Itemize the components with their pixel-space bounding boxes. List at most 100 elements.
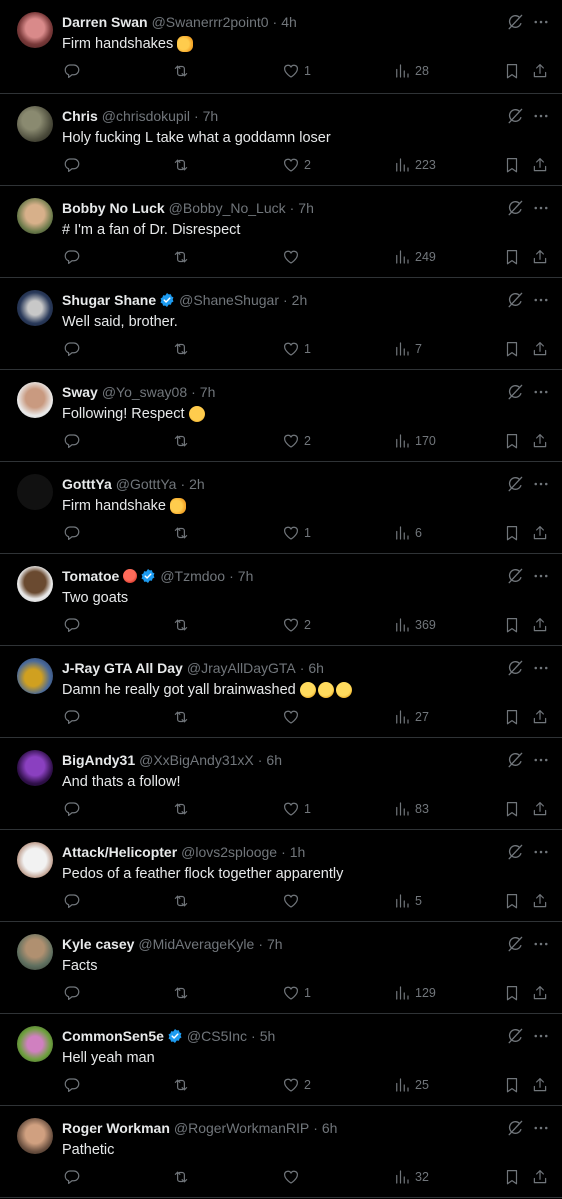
share-button[interactable] [531, 984, 549, 1002]
user-handle[interactable]: @lovs2splooge [181, 843, 277, 861]
share-button[interactable] [531, 432, 549, 450]
bookmark-button[interactable] [503, 892, 521, 910]
more-icon[interactable] [532, 1026, 550, 1046]
user-handle[interactable]: @XxBigAndy31xX [139, 751, 254, 769]
timestamp[interactable]: 7h [238, 567, 254, 585]
reply-button[interactable] [63, 616, 81, 634]
more-icon[interactable] [532, 198, 550, 218]
user-handle[interactable]: @chrisdokupil [102, 107, 190, 125]
bookmark-button[interactable] [503, 800, 521, 818]
views-button[interactable]: 170 [393, 432, 436, 450]
avatar[interactable] [17, 474, 53, 510]
grok-icon[interactable] [505, 382, 525, 402]
user-handle[interactable]: @ShaneShugar [179, 291, 279, 309]
grok-icon[interactable] [505, 198, 525, 218]
user-handle[interactable]: @CS5Inc [187, 1027, 247, 1045]
bookmark-button[interactable] [503, 616, 521, 634]
views-button[interactable]: 32 [393, 1168, 429, 1186]
like-button[interactable]: 2 [282, 432, 311, 450]
reply-button[interactable] [63, 432, 81, 450]
avatar[interactable] [17, 566, 53, 602]
views-button[interactable]: 6 [393, 524, 422, 542]
timestamp[interactable]: 6h [308, 659, 324, 677]
reply-button[interactable] [63, 62, 81, 80]
display-name[interactable]: Kyle casey [62, 935, 134, 953]
bookmark-button[interactable] [503, 340, 521, 358]
display-name[interactable]: CommonSen5e [62, 1027, 164, 1045]
avatar[interactable] [17, 1026, 53, 1062]
retweet-button[interactable] [172, 616, 190, 634]
retweet-button[interactable] [172, 524, 190, 542]
user-handle[interactable]: @Tzmdoo [160, 567, 225, 585]
views-button[interactable]: 129 [393, 984, 436, 1002]
tweet-reply[interactable]: Darren Swan @Swanerrr2point0 · 4h Firm h… [0, 0, 562, 94]
share-button[interactable] [531, 62, 549, 80]
timestamp[interactable]: 5h [260, 1027, 276, 1045]
retweet-button[interactable] [172, 62, 190, 80]
retweet-button[interactable] [172, 1076, 190, 1094]
grok-icon[interactable] [505, 750, 525, 770]
bookmark-button[interactable] [503, 1076, 521, 1094]
tweet-reply[interactable]: Chris @chrisdokupil · 7h Holy fucking L … [0, 94, 562, 186]
user-handle[interactable]: @Swanerrr2point0 [152, 13, 269, 31]
tweet-reply[interactable]: Sway @Yo_sway08 · 7h Following! Respect … [0, 370, 562, 462]
share-button[interactable] [531, 616, 549, 634]
like-button[interactable]: 1 [282, 524, 311, 542]
tweet-reply[interactable]: J-Ray GTA All Day @JrayAllDayGTA · 6h Da… [0, 646, 562, 738]
avatar[interactable] [17, 750, 53, 786]
display-name[interactable]: GotttYa [62, 475, 112, 493]
bookmark-button[interactable] [503, 62, 521, 80]
like-button[interactable]: 1 [282, 800, 311, 818]
display-name[interactable]: Roger Workman [62, 1119, 170, 1137]
user-handle[interactable]: @Bobby_No_Luck [169, 199, 286, 217]
grok-icon[interactable] [505, 290, 525, 310]
more-icon[interactable] [532, 382, 550, 402]
retweet-button[interactable] [172, 248, 190, 266]
reply-button[interactable] [63, 524, 81, 542]
display-name[interactable]: BigAndy31 [62, 751, 135, 769]
avatar[interactable] [17, 658, 53, 694]
avatar[interactable] [17, 1118, 53, 1154]
reply-button[interactable] [63, 892, 81, 910]
like-button[interactable] [282, 892, 304, 910]
reply-button[interactable] [63, 1076, 81, 1094]
timestamp[interactable]: 7h [203, 107, 219, 125]
reply-button[interactable] [63, 340, 81, 358]
bookmark-button[interactable] [503, 524, 521, 542]
reply-button[interactable] [63, 708, 81, 726]
tweet-reply[interactable]: Roger Workman @RogerWorkmanRIP · 6h Path… [0, 1106, 562, 1198]
views-button[interactable]: 25 [393, 1076, 429, 1094]
timestamp[interactable]: 2h [292, 291, 308, 309]
share-button[interactable] [531, 892, 549, 910]
retweet-button[interactable] [172, 892, 190, 910]
tweet-reply[interactable]: Kyle casey @MidAverageKyle · 7h Facts 1 … [0, 922, 562, 1014]
grok-icon[interactable] [505, 934, 525, 954]
more-icon[interactable] [532, 750, 550, 770]
user-handle[interactable]: @GotttYa [116, 475, 177, 493]
reply-button[interactable] [63, 248, 81, 266]
user-handle[interactable]: @Yo_sway08 [102, 383, 187, 401]
more-icon[interactable] [532, 474, 550, 494]
timestamp[interactable]: 1h [290, 843, 306, 861]
views-button[interactable]: 83 [393, 800, 429, 818]
share-button[interactable] [531, 156, 549, 174]
like-button[interactable] [282, 708, 304, 726]
bookmark-button[interactable] [503, 432, 521, 450]
grok-icon[interactable] [505, 1118, 525, 1138]
grok-icon[interactable] [505, 106, 525, 126]
more-icon[interactable] [532, 658, 550, 678]
tweet-reply[interactable]: CommonSen5e @CS5Inc · 5h Hell yeah man 2… [0, 1014, 562, 1106]
share-button[interactable] [531, 524, 549, 542]
avatar[interactable] [17, 842, 53, 878]
display-name[interactable]: Sway [62, 383, 98, 401]
grok-icon[interactable] [505, 12, 525, 32]
display-name[interactable]: Attack/Helicopter [62, 843, 177, 861]
more-icon[interactable] [532, 1118, 550, 1138]
timestamp[interactable]: 7h [267, 935, 283, 953]
share-button[interactable] [531, 1076, 549, 1094]
tweet-reply[interactable]: BigAndy31 @XxBigAndy31xX · 6h And thats … [0, 738, 562, 830]
display-name[interactable]: Tomatoe [62, 567, 119, 585]
reply-button[interactable] [63, 1168, 81, 1186]
grok-icon[interactable] [505, 566, 525, 586]
like-button[interactable] [282, 248, 304, 266]
